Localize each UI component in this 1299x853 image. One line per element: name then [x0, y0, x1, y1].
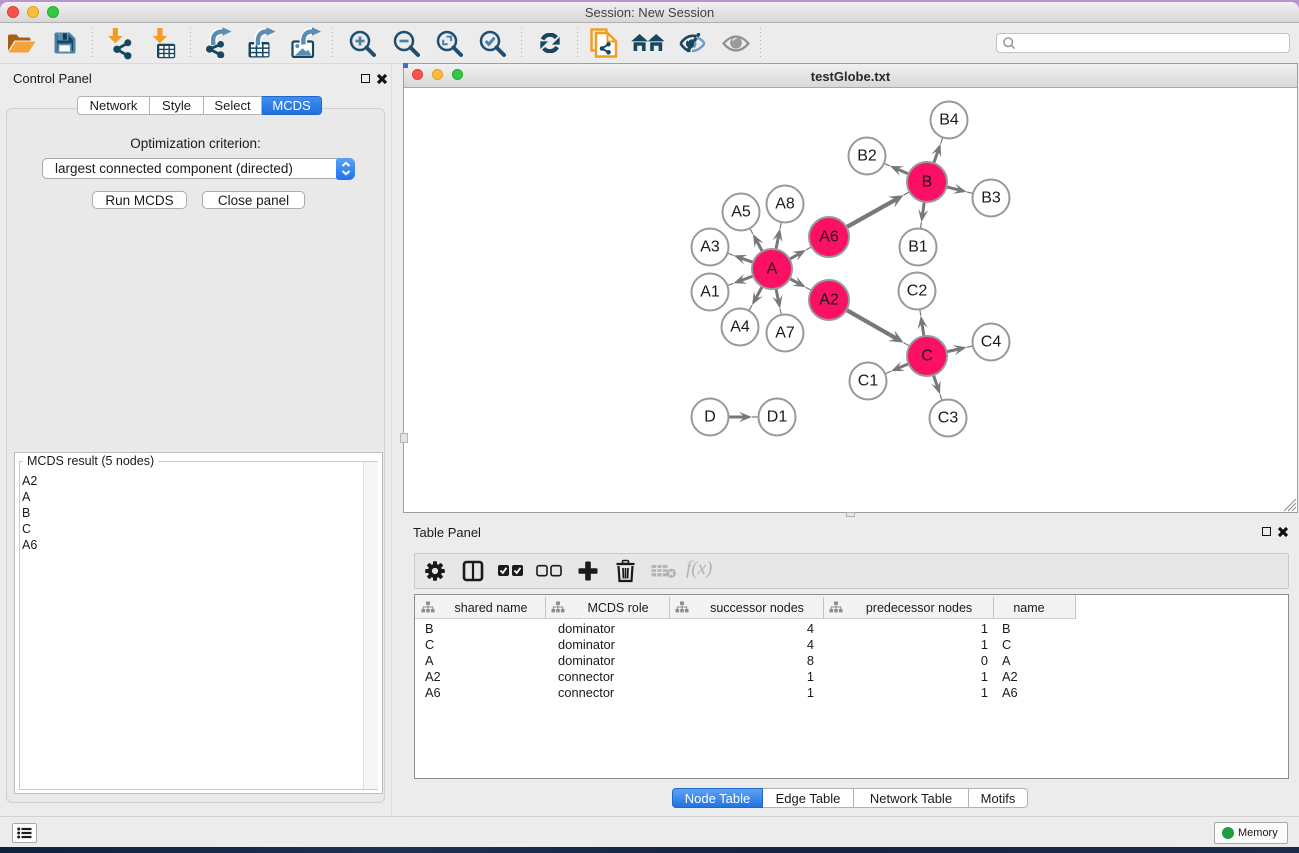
svg-text:C3: C3 — [938, 410, 959, 427]
svg-text:B2: B2 — [857, 148, 877, 165]
svg-text:A5: A5 — [731, 204, 751, 221]
svg-text:A4: A4 — [730, 319, 750, 336]
svg-text:A1: A1 — [700, 284, 720, 301]
svg-text:B3: B3 — [981, 190, 1001, 207]
svg-text:A2: A2 — [819, 292, 839, 309]
svg-text:A: A — [767, 261, 778, 278]
svg-text:B: B — [922, 174, 933, 191]
svg-text:C2: C2 — [907, 283, 928, 300]
svg-text:A6: A6 — [819, 229, 839, 246]
svg-text:A8: A8 — [775, 196, 795, 213]
svg-text:B1: B1 — [908, 239, 928, 256]
svg-text:D: D — [704, 409, 716, 426]
svg-text:A3: A3 — [700, 239, 720, 256]
svg-text:D1: D1 — [767, 409, 788, 426]
svg-text:C4: C4 — [981, 334, 1002, 351]
svg-text:A7: A7 — [775, 325, 795, 342]
svg-text:C: C — [921, 348, 933, 365]
svg-text:B4: B4 — [939, 112, 959, 129]
svg-text:C1: C1 — [858, 373, 879, 390]
